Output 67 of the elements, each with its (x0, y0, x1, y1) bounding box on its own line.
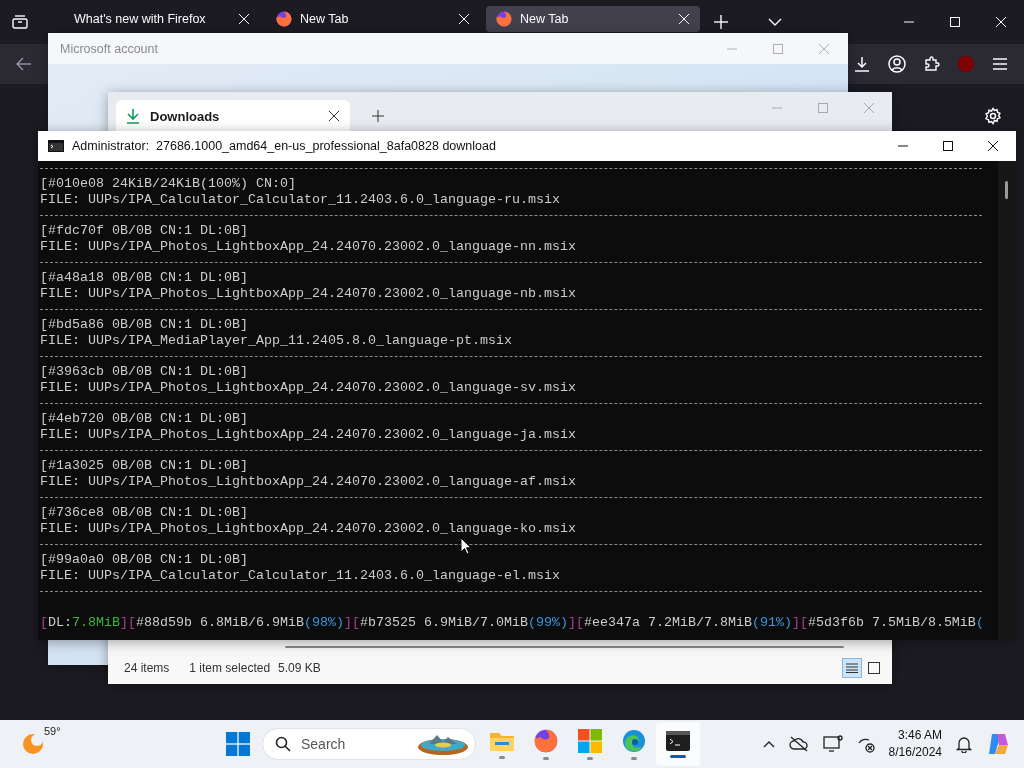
download-status: [#4eb720 0B/0B CN:1 DL:0B] (40, 411, 248, 426)
copilot-icon[interactable] (986, 732, 1010, 756)
window-title: Microsoft account (60, 41, 158, 56)
progress-line: [DL:7.8MiB][#88d59b 6.8MiB/6.9MiB(98%)][#b73525 6.9MiB/7.0MiB(99%)][#ee347a 7.2MiB/7.8MiB(91%)][#5d3f6b 7.5MiB/8.5MiB( (40, 615, 984, 630)
file-path: FILE: UUPs/IPA_Calculator_Calculator_11.2403.6.0_language-el.msix (40, 568, 560, 583)
browser-tab[interactable]: New Tab (266, 6, 480, 32)
download-status: [#736ce8 0B/0B CN:1 DL:0B] (40, 505, 248, 520)
puzzle-icon[interactable] (924, 56, 940, 72)
close-icon[interactable] (987, 140, 999, 152)
store-icon (578, 728, 602, 753)
file-path: FILE: UUPs/IPA_MediaPlayer_App_11.2405.8.0_language-pt.msix (40, 333, 512, 348)
back-arrow-icon[interactable] (16, 57, 32, 71)
new-tab-icon[interactable] (714, 15, 728, 29)
start-icon[interactable] (226, 732, 250, 756)
temperature: 59° (44, 725, 61, 737)
window-title: Administrator: 27686.1000_amd64_en-us_professional_8afa0828 download (72, 139, 496, 153)
new-tab-icon[interactable] (372, 110, 384, 122)
search-bar[interactable]: Search (262, 728, 476, 760)
download-status: [#99a0a0 0B/0B CN:1 DL:0B] (40, 552, 248, 567)
chevron-up-icon[interactable] (762, 740, 775, 748)
download-status: [#bd5a86 0B/0B CN:1 DL:0B] (40, 317, 248, 332)
file-path: FILE: UUPs/IPA_Photos_LightboxApp_24.24070.23002.0_language-af.msix (40, 474, 576, 489)
firefox-logo-icon (496, 11, 512, 27)
tab-list-icon[interactable] (12, 15, 28, 29)
bell-icon[interactable] (956, 735, 972, 753)
search-icon (275, 736, 291, 752)
account-icon[interactable] (888, 55, 906, 73)
download-status: [#a48a18 0B/0B CN:1 DL:0B] (40, 270, 248, 285)
selection-status: 1 item selected (189, 661, 271, 675)
scrollbar[interactable] (285, 646, 844, 648)
tiles-view-icon (868, 662, 880, 674)
edge-icon (622, 728, 646, 753)
display-icon[interactable] (822, 735, 843, 753)
browser-tab[interactable]: What's new with Firefox (46, 6, 260, 32)
file-path: FILE: UUPs/IPA_Photos_LightboxApp_24.24070.23002.0_language-sv.msix (40, 380, 576, 395)
download-icon (126, 108, 140, 124)
download-icon[interactable] (854, 56, 870, 72)
download-status: [#3963cb 0B/0B CN:1 DL:0B] (40, 364, 248, 379)
cloud-off-icon[interactable] (788, 736, 809, 752)
selection-size: 5.09 KB (278, 661, 321, 675)
settings-icon[interactable] (984, 107, 1002, 125)
file-path: FILE: UUPs/IPA_Photos_LightboxApp_24.24070.23002.0_language-ja.msix (40, 427, 576, 442)
explorer-tab[interactable]: Downloads (116, 100, 350, 132)
details-view-icon (846, 663, 858, 673)
download-status: [#fdc70f 0B/0B CN:1 DL:0B] (40, 223, 248, 238)
menu-icon[interactable] (992, 57, 1008, 71)
firefox-logo-icon (276, 11, 292, 27)
scrollbar-thumb[interactable] (1005, 181, 1008, 199)
clock[interactable]: 3:46 AM 8/16/2024 (888, 727, 942, 761)
file-path: FILE: UUPs/IPA_Photos_LightboxApp_24.24070.23002.0_language-nb.msix (40, 286, 576, 301)
download-status: [#010e08 24KiB/24KiB(100%) CN:0] (40, 176, 296, 191)
browser-tab[interactable]: New Tab (486, 6, 700, 32)
chevron-down-icon[interactable] (768, 18, 782, 26)
maximize-icon[interactable] (942, 140, 954, 152)
view-button[interactable] (842, 658, 862, 678)
firefox-logo-icon (534, 728, 558, 753)
close-icon[interactable] (328, 110, 340, 122)
file-path: FILE: UUPs/IPA_Calculator_Calculator_11.2403.6.0_language-ru.msix (40, 192, 560, 207)
taskbar-app[interactable] (656, 722, 700, 766)
file-path: FILE: UUPs/IPA_Photos_LightboxApp_24.24070.23002.0_language-ko.msix (40, 521, 576, 536)
download-status: [#1a3025 0B/0B CN:1 DL:0B] (40, 458, 248, 473)
item-count: 24 items (124, 661, 170, 675)
terminal-icon (666, 730, 690, 751)
console-icon (48, 140, 64, 152)
search-field[interactable]: Search (299, 735, 399, 753)
mouse-pointer-icon (460, 537, 472, 555)
file-path: FILE: UUPs/IPA_Photos_LightboxApp_24.24070.23002.0_language-nn.msix (40, 239, 576, 254)
